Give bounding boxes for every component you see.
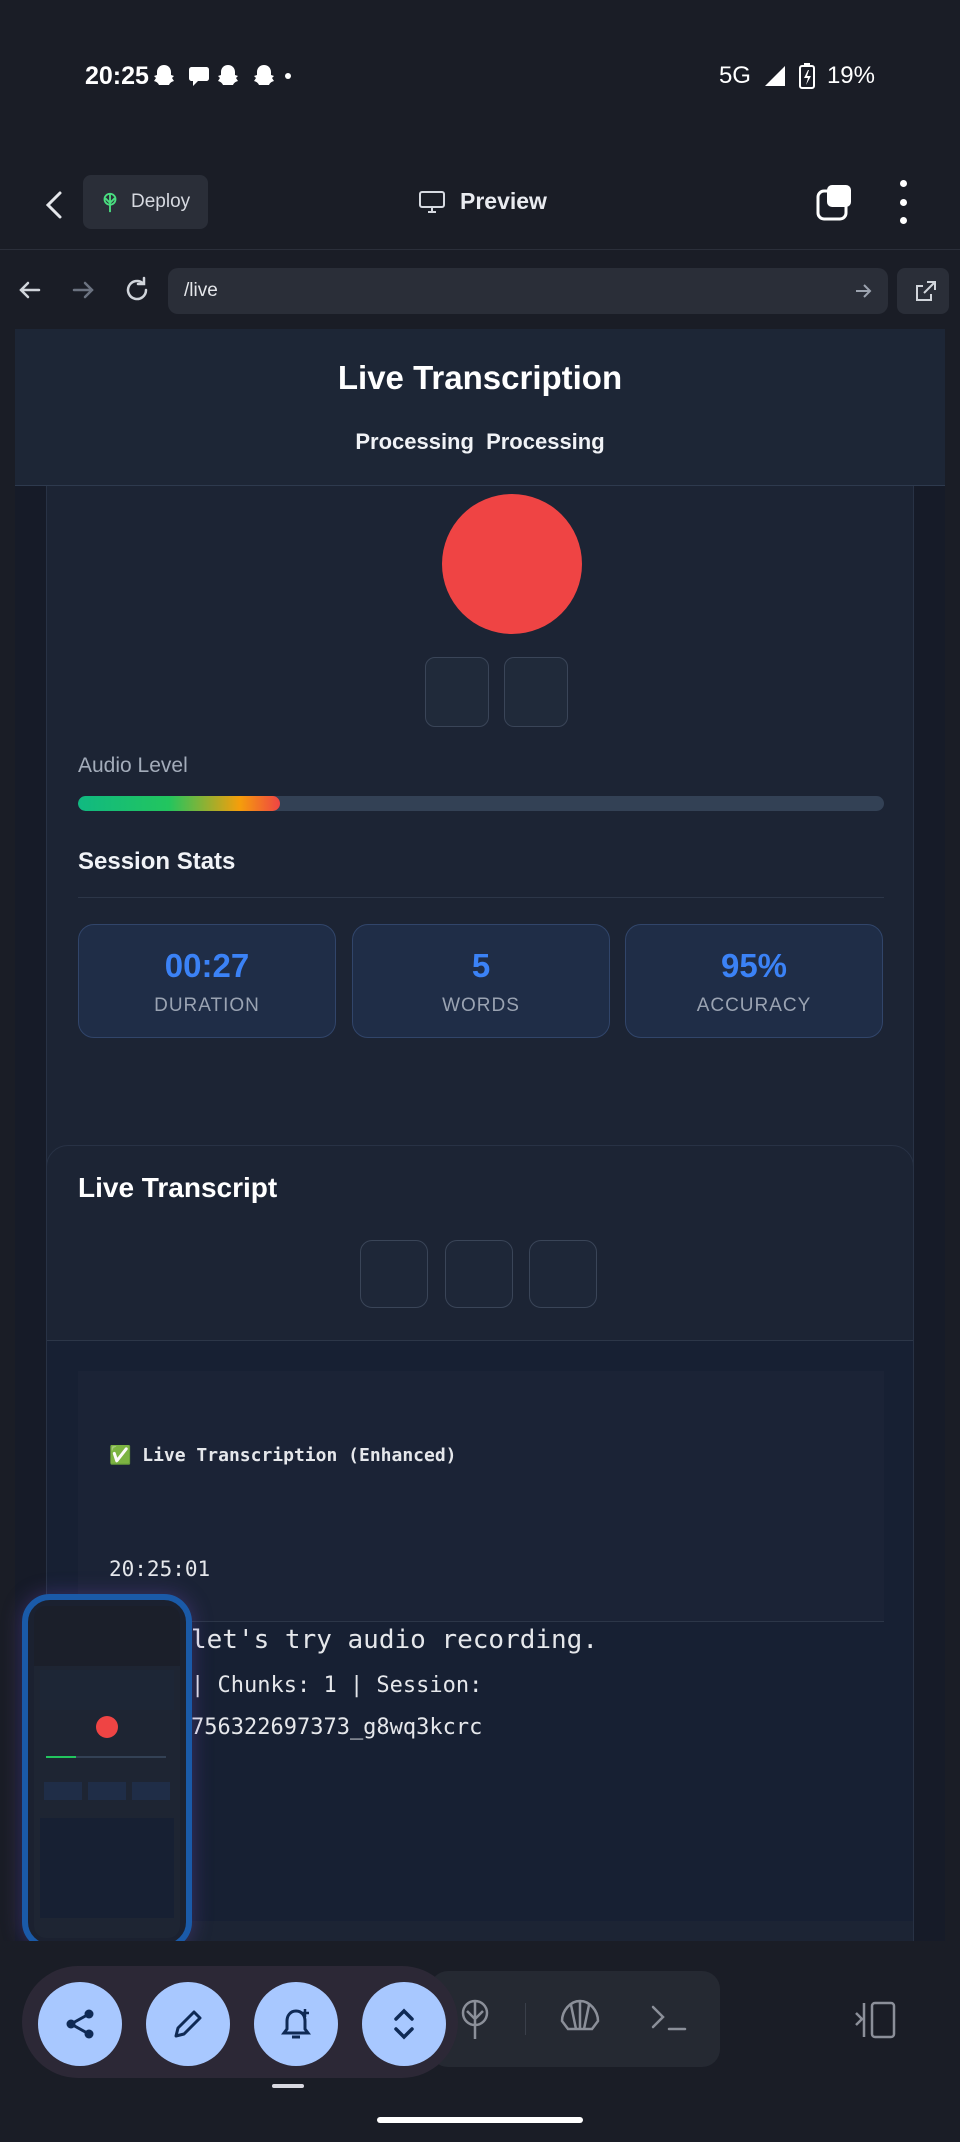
terminal-icon[interactable] (645, 1993, 695, 2043)
status-bar: 20:25 5G 19% (0, 0, 960, 155)
go-arrow-icon[interactable] (852, 280, 874, 302)
page-header: Live Transcription Processing Processing (15, 329, 945, 486)
page-title: Live Transcription (337, 359, 623, 396)
mini-header (34, 1606, 180, 1666)
audio-level-meter (78, 796, 884, 811)
audio-level-fill (78, 796, 280, 811)
shell-icon[interactable] (555, 1993, 605, 2043)
expand-button[interactable] (362, 1982, 446, 2066)
stat-duration: 00:27 DURATION (78, 924, 336, 1038)
status-right: 5G 19% (719, 62, 875, 90)
deploy-icon (103, 192, 117, 213)
expand-icon (394, 2008, 414, 2040)
bottom-tool-group (430, 1971, 720, 2067)
home-indicator[interactable] (377, 2117, 583, 2123)
deploy-button[interactable]: Deploy (83, 175, 208, 229)
status-processing-2: Processing (486, 429, 605, 454)
mini-preview-thumbnail[interactable] (22, 1594, 192, 1950)
download-transcript-button[interactable] (445, 1240, 513, 1308)
stat-accuracy: 95% ACCURACY (625, 924, 883, 1038)
clear-transcript-button[interactable] (529, 1240, 597, 1308)
stat-value: 95% (720, 947, 788, 984)
stat-words: 5 WORDS (352, 924, 610, 1038)
mini-level-fill (46, 1756, 76, 1758)
transcript-title: Live Transcript (78, 1172, 278, 1203)
notification-icons (152, 62, 292, 97)
more-menu-icon[interactable] (888, 180, 918, 224)
share-icon (66, 2009, 94, 2039)
tabs-icon[interactable] (815, 183, 855, 223)
nav-forward-icon[interactable] (68, 275, 98, 305)
external-link-icon (916, 281, 936, 301)
share-button[interactable] (38, 1982, 122, 2066)
signal-icon (764, 66, 785, 86)
add-alarm-button[interactable] (254, 1982, 338, 2066)
battery-icon (798, 63, 815, 89)
divider (78, 1621, 884, 1622)
transcript-session-id: 756322697373_g8wq3kcrc (191, 1715, 483, 1740)
transcript-time: 20:25:01 (109, 1557, 211, 1581)
audio-level-label: Audio Level (78, 754, 188, 777)
url-text: /live (184, 280, 218, 301)
mini-transcript (40, 1818, 174, 1918)
divider (78, 897, 884, 898)
mini-stat (44, 1782, 82, 1800)
pause-button[interactable] (425, 657, 489, 727)
session-stats-title: Session Stats (78, 848, 236, 875)
transcript-entry-header: ✅ Live Transcription (Enhanced) 20:25:01 (78, 1371, 884, 1621)
drag-indicator (272, 2084, 304, 2088)
stop-button[interactable] (504, 657, 568, 727)
add-alarm-icon (281, 2009, 311, 2039)
reload-icon[interactable] (122, 275, 152, 305)
edit-button[interactable] (146, 1982, 230, 2066)
app-top-bar: Deploy Preview (0, 155, 960, 250)
status-line: Processing Processing (15, 429, 945, 455)
back-chevron-icon[interactable] (40, 185, 70, 225)
divider (525, 2003, 526, 2035)
copy-transcript-button[interactable] (360, 1240, 428, 1308)
mini-stat (88, 1782, 126, 1800)
edit-icon (174, 2010, 202, 2038)
network-label: 5G (718, 62, 751, 89)
battery-level: 19% (826, 62, 875, 89)
status-time: 20:25 (85, 62, 149, 90)
floating-actions (22, 1966, 458, 2078)
status-processing-1: Processing (355, 429, 474, 454)
stat-value: 00:27 (164, 947, 250, 984)
preview-label: Preview (460, 188, 547, 214)
mini-title-area (40, 1670, 174, 1710)
url-bar: /live (0, 251, 960, 329)
deploy-label: Deploy (131, 191, 191, 212)
stat-label: DURATION (154, 995, 260, 1016)
stat-value: 5 (471, 947, 491, 984)
stat-label: ACCURACY (696, 995, 812, 1016)
mini-preview-screen (34, 1606, 180, 1938)
monitor-icon (419, 190, 445, 213)
transcript-meta: | Chunks: 1 | Session: (191, 1673, 483, 1698)
transcript-header: ✅ Live Transcription (Enhanced) (109, 1445, 457, 1466)
snapchat-icon (154, 65, 291, 86)
url-input[interactable]: /live (168, 268, 888, 314)
stat-label: WORDS (442, 995, 520, 1016)
transcript-line: let's try audio recording. (191, 1625, 598, 1655)
mini-stat (132, 1782, 170, 1800)
preview-title: Preview (418, 188, 547, 215)
split-view-icon[interactable] (852, 1999, 898, 2041)
nav-back-icon[interactable] (15, 275, 45, 305)
open-external-button[interactable] (897, 268, 949, 314)
record-button[interactable] (442, 494, 582, 634)
mini-record-dot (96, 1716, 118, 1738)
